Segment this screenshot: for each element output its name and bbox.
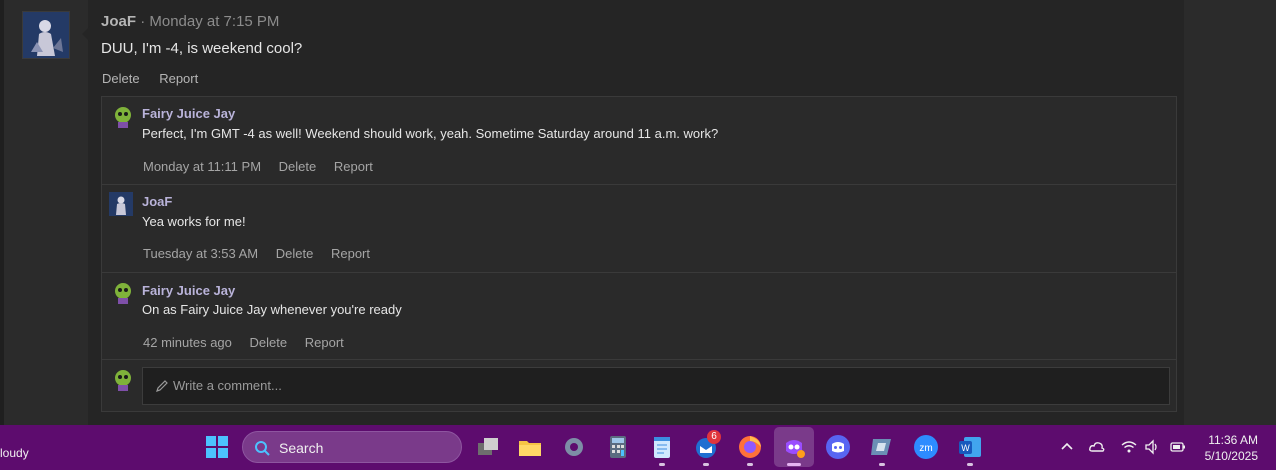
comment-time: Tuesday at 3:53 AM [143, 246, 259, 261]
delete-button[interactable]: Delete [250, 335, 288, 350]
windows-start-icon[interactable] [203, 433, 231, 461]
active-indicator [787, 463, 801, 466]
running-indicator [703, 463, 709, 466]
fairy-juice-avatar-icon[interactable] [112, 282, 134, 304]
comment-meta: Monday at 11:11 PM Delete Report [143, 159, 387, 174]
running-indicator [747, 463, 753, 466]
zoom-icon[interactable]: zm [912, 433, 940, 461]
mail-app[interactable]: 6 [692, 430, 721, 461]
calculator-icon[interactable] [604, 433, 632, 461]
running-indicator [879, 463, 885, 466]
comment-author[interactable]: Fairy Juice Jay [142, 283, 235, 298]
notepad-icon[interactable] [648, 433, 676, 461]
avatar[interactable] [22, 11, 70, 59]
task-view-icon[interactable] [474, 433, 502, 461]
comment-body: Perfect, I'm GMT -4 as well! Weekend sho… [142, 126, 719, 141]
file-explorer-icon[interactable] [516, 433, 544, 461]
post-header: JoaF · Monday at 7:15 PM [101, 13, 279, 30]
weather-widget[interactable]: loudy [0, 446, 29, 460]
taskbar-clock[interactable]: 11:36 AM 5/10/2025 [1205, 432, 1258, 464]
search-label: Search [279, 440, 324, 456]
post-actions: Delete Report [102, 71, 214, 86]
delete-button[interactable]: Delete [102, 71, 140, 86]
post-body: DUU, I'm -4, is weekend cool? [101, 40, 303, 57]
comment-placeholder: Write a comment... [173, 378, 282, 393]
comment-input[interactable]: Write a comment... [142, 367, 1170, 405]
comment-author[interactable]: JoaF [142, 194, 172, 209]
running-indicator [659, 463, 665, 466]
current-user-avatar-icon [115, 370, 131, 391]
post-timestamp: · Monday at 7:15 PM [140, 13, 280, 30]
svg-text:W: W [961, 443, 970, 453]
word-icon[interactable]: W [956, 433, 984, 461]
app-icon[interactable] [868, 433, 896, 461]
avatar-image-icon [23, 12, 69, 58]
comment-body: On as Fairy Juice Jay whenever you're re… [142, 302, 402, 317]
firefox-icon[interactable] [736, 433, 764, 461]
settings-icon[interactable] [560, 433, 588, 461]
forum-post: JoaF · Monday at 7:15 PM DUU, I'm -4, is… [4, 0, 1184, 425]
svg-text:zm: zm [919, 443, 932, 454]
post-author[interactable]: JoaF [101, 13, 136, 30]
comment-time: 42 minutes ago [143, 335, 232, 350]
report-button[interactable]: Report [159, 71, 198, 86]
fairy-juice-avatar-icon[interactable] [112, 106, 134, 128]
comment-meta: 42 minutes ago Delete Report [143, 335, 358, 350]
pencil-icon [156, 380, 168, 392]
comment-author[interactable]: Fairy Juice Jay [142, 106, 235, 121]
comment-time: Monday at 11:11 PM [143, 159, 262, 174]
clock-time: 11:36 AM [1208, 433, 1258, 447]
comment-item: Fairy Juice Jay On as Fairy Juice Jay wh… [102, 273, 1176, 360]
app-icon[interactable] [780, 433, 808, 461]
battery-icon[interactable] [1169, 438, 1187, 456]
comment-item: Fairy Juice Jay Perfect, I'm GMT -4 as w… [102, 97, 1176, 185]
comment-body: Yea works for me! [142, 214, 246, 229]
comment-item: JoaF Yea works for me! Tuesday at 3:53 A… [102, 185, 1176, 273]
report-button[interactable]: Report [331, 246, 370, 261]
speech-arrow [82, 26, 90, 42]
comments-list: Fairy Juice Jay Perfect, I'm GMT -4 as w… [101, 96, 1177, 412]
delete-button[interactable]: Delete [276, 246, 314, 261]
chevron-up-icon[interactable] [1058, 438, 1076, 456]
running-indicator [967, 463, 973, 466]
cloud-sync-icon[interactable] [1088, 438, 1106, 456]
search-icon [255, 441, 270, 456]
joaf-avatar-icon[interactable] [109, 192, 133, 216]
delete-button[interactable]: Delete [279, 159, 317, 174]
report-button[interactable]: Report [334, 159, 373, 174]
report-button[interactable]: Report [305, 335, 344, 350]
wifi-icon[interactable] [1120, 438, 1138, 456]
right-background [1184, 0, 1276, 425]
discord-icon[interactable] [824, 433, 852, 461]
mail-badge: 6 [707, 430, 721, 444]
clock-date: 5/10/2025 [1204, 449, 1258, 463]
comment-meta: Tuesday at 3:53 AM Delete Report [143, 246, 384, 261]
taskbar: loudy Search 6 zm W 11:36 AM 5/10/2025 [0, 425, 1276, 470]
volume-icon[interactable] [1144, 438, 1162, 456]
taskbar-search[interactable]: Search [242, 431, 462, 463]
